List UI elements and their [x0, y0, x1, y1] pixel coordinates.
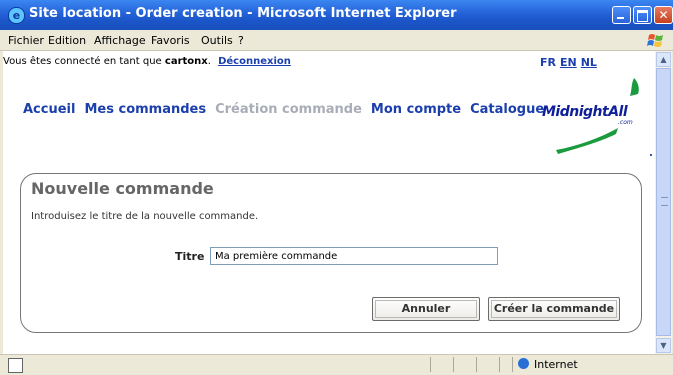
close-icon: ✕ [658, 8, 669, 22]
zone-label: Internet [534, 358, 578, 371]
nav-home[interactable]: Accueil [23, 102, 75, 117]
logo-text: MidnightAll [542, 104, 628, 120]
status-cell [453, 357, 454, 372]
login-prefix: Vous êtes connecté en tant que [3, 56, 162, 67]
windows-flag-icon [647, 34, 663, 47]
nav-my-orders[interactable]: Mes commandes [84, 102, 206, 117]
status-cell [430, 357, 431, 372]
main-nav: Accueil Mes commandes Création commande Mon… [23, 102, 553, 117]
site-logo[interactable]: MidnightAll .com [538, 76, 653, 156]
menu-bar: Fichier Edition Affichage Favoris Outils… [0, 30, 673, 51]
nav-order-creation[interactable]: Création commande [215, 102, 362, 117]
ie-app-icon: e [8, 7, 25, 24]
status-cell [499, 357, 500, 372]
language-link-en[interactable]: EN [560, 56, 577, 69]
cancel-button-label: Annuler [401, 302, 451, 315]
menu-help[interactable]: ? [238, 34, 244, 47]
username: cartonx [164, 56, 208, 67]
form-description: Introduisez le titre de la nouvelle comm… [31, 211, 259, 222]
login-status: Vous êtes connecté en tant que cartonx. … [3, 56, 291, 67]
security-zone: Internet [518, 358, 578, 371]
scroll-thumb[interactable] [656, 68, 671, 336]
scroll-up-arrow-icon[interactable]: ▲ [656, 52, 671, 67]
menu-view[interactable]: Affichage [94, 34, 146, 47]
menu-favorites[interactable]: Favoris [151, 34, 190, 47]
page-viewport: Vous êtes connecté en tant que cartonx. … [3, 51, 655, 354]
page-status-icon [8, 358, 23, 373]
maximize-button[interactable] [633, 6, 652, 24]
cancel-button[interactable]: Annuler [372, 297, 480, 321]
menu-edit[interactable]: Edition [48, 34, 86, 47]
title-field-label: Titre [175, 250, 205, 263]
status-bar: Internet [0, 354, 673, 375]
close-button[interactable]: ✕ [654, 6, 673, 24]
title-bar[interactable]: e Site location - Order creation - Micro… [0, 0, 673, 30]
scroll-grip-icon [661, 197, 668, 206]
create-button-label: Créer la commande [493, 302, 615, 315]
decorative-dot [650, 154, 652, 156]
nav-my-account[interactable]: Mon compte [371, 102, 461, 117]
logout-link[interactable]: Déconnexion [218, 56, 291, 67]
window-title: Site location - Order creation - Microso… [29, 6, 457, 21]
title-input[interactable] [210, 247, 498, 265]
form-title: Nouvelle commande [31, 179, 214, 198]
logo-suffix: .com [618, 119, 633, 126]
maximize-icon [634, 7, 651, 23]
minimize-icon [613, 7, 630, 23]
status-cell [512, 357, 513, 372]
browser-window: e Site location - Order creation - Micro… [0, 0, 673, 375]
menu-tools[interactable]: Outils [201, 34, 233, 47]
globe-icon [518, 358, 529, 369]
vertical-scrollbar[interactable]: ▲ ▼ [655, 51, 672, 354]
minimize-button[interactable] [612, 6, 631, 24]
nav-catalogue[interactable]: Catalogue [470, 102, 544, 117]
scroll-down-arrow-icon[interactable]: ▼ [656, 338, 671, 353]
create-order-button[interactable]: Créer la commande [488, 297, 620, 321]
menu-file[interactable]: Fichier [8, 34, 44, 47]
status-cell [476, 357, 477, 372]
language-current: FR [540, 56, 556, 69]
language-link-nl[interactable]: NL [581, 56, 597, 69]
language-switcher: FR EN NL [540, 56, 601, 69]
